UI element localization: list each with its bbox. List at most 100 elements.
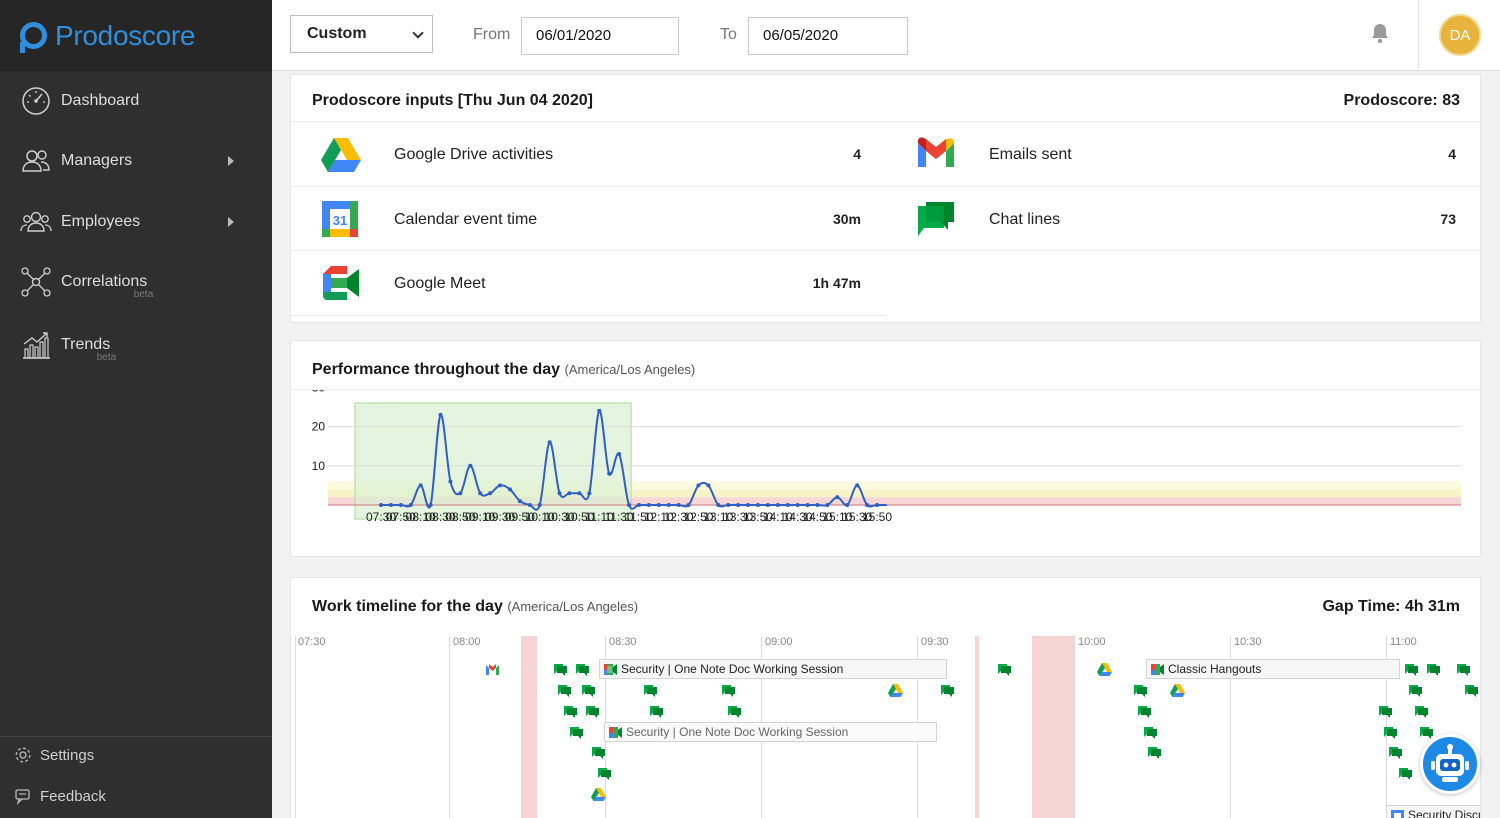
to-date-input[interactable]: 06/05/2020 xyxy=(748,17,908,55)
data-point[interactable] xyxy=(676,503,681,507)
sidebar-item-trends[interactable]: Trends beta xyxy=(0,316,272,374)
sidebar-item-dashboard[interactable]: Dashboard xyxy=(0,72,272,130)
timeline-session[interactable]: Security | One Note Doc Working Session xyxy=(599,659,947,679)
google-chat-icon[interactable] xyxy=(563,704,578,719)
google-drive-icon[interactable] xyxy=(1097,662,1112,677)
data-point[interactable] xyxy=(726,503,731,507)
data-point[interactable] xyxy=(577,491,582,496)
data-point[interactable] xyxy=(646,503,651,507)
google-chat-icon[interactable] xyxy=(649,704,664,719)
gmail-icon[interactable] xyxy=(485,662,500,677)
data-point[interactable] xyxy=(815,503,820,507)
sidebar-settings[interactable]: Settings xyxy=(14,746,94,764)
data-point[interactable] xyxy=(875,503,879,507)
data-point[interactable] xyxy=(617,452,622,457)
data-point[interactable] xyxy=(597,408,602,413)
google-chat-icon[interactable] xyxy=(1456,662,1471,677)
google-chat-icon[interactable] xyxy=(727,704,742,719)
bell-icon[interactable] xyxy=(1370,22,1390,44)
google-chat-icon[interactable] xyxy=(553,662,568,677)
google-chat-icon[interactable] xyxy=(1414,704,1429,719)
data-point[interactable] xyxy=(557,491,562,496)
data-point[interactable] xyxy=(488,491,493,496)
data-point[interactable] xyxy=(865,503,870,507)
data-point[interactable] xyxy=(736,503,741,507)
data-point[interactable] xyxy=(775,503,780,507)
avatar[interactable]: DA xyxy=(1439,14,1481,56)
data-point[interactable] xyxy=(478,491,483,496)
sidebar-item-employees[interactable]: Employees xyxy=(0,193,272,251)
google-chat-icon[interactable] xyxy=(1398,766,1413,781)
data-point[interactable] xyxy=(825,503,830,507)
data-point[interactable] xyxy=(686,503,691,507)
data-point[interactable] xyxy=(696,483,701,488)
google-chat-icon[interactable] xyxy=(581,683,596,698)
data-point[interactable] xyxy=(527,503,532,507)
google-chat-icon[interactable] xyxy=(997,662,1012,677)
google-chat-icon[interactable] xyxy=(643,683,658,698)
google-chat-icon[interactable] xyxy=(1388,745,1403,760)
sidebar-item-correlations[interactable]: Correlations beta xyxy=(0,253,272,311)
date-range-select[interactable]: Custom xyxy=(290,15,433,53)
data-point[interactable] xyxy=(418,483,423,488)
data-point[interactable] xyxy=(379,503,383,507)
data-point[interactable] xyxy=(636,503,641,507)
data-point[interactable] xyxy=(805,503,810,507)
google-chat-icon[interactable] xyxy=(557,683,572,698)
data-point[interactable] xyxy=(388,503,393,507)
chatbot-button[interactable] xyxy=(1420,734,1480,794)
data-point[interactable] xyxy=(845,503,850,507)
sidebar-feedback[interactable]: Feedback xyxy=(14,787,106,805)
data-point[interactable] xyxy=(746,503,751,507)
google-drive-icon[interactable] xyxy=(1170,683,1185,698)
google-chat-icon[interactable] xyxy=(575,662,590,677)
data-point[interactable] xyxy=(716,503,721,507)
google-chat-icon[interactable] xyxy=(1426,662,1441,677)
timeline-session[interactable]: Security | One Note Doc Working Session xyxy=(604,722,937,742)
data-point[interactable] xyxy=(706,483,711,488)
google-chat-icon[interactable] xyxy=(940,683,955,698)
google-chat-icon[interactable] xyxy=(1464,683,1479,698)
google-chat-icon[interactable] xyxy=(597,766,612,781)
data-point[interactable] xyxy=(398,503,403,507)
google-chat-icon[interactable] xyxy=(569,725,584,740)
data-point[interactable] xyxy=(656,503,661,507)
google-chat-icon[interactable] xyxy=(1408,683,1423,698)
data-point[interactable] xyxy=(567,491,572,496)
google-chat-icon[interactable] xyxy=(1404,662,1419,677)
data-point[interactable] xyxy=(438,412,443,417)
google-chat-icon[interactable] xyxy=(1143,725,1158,740)
logo[interactable]: Prodoscore xyxy=(0,0,272,71)
google-drive-icon[interactable] xyxy=(591,787,606,802)
data-point[interactable] xyxy=(755,503,760,507)
from-date-input[interactable]: 06/01/2020 xyxy=(521,17,679,55)
data-point[interactable] xyxy=(765,503,770,507)
data-point[interactable] xyxy=(498,483,503,488)
google-chat-icon[interactable] xyxy=(1133,683,1148,698)
data-point[interactable] xyxy=(468,463,473,468)
data-point[interactable] xyxy=(458,491,463,496)
google-chat-icon[interactable] xyxy=(585,704,600,719)
data-point[interactable] xyxy=(428,503,433,507)
data-point[interactable] xyxy=(507,487,512,492)
data-point[interactable] xyxy=(785,503,790,507)
google-chat-icon[interactable] xyxy=(1137,704,1152,719)
google-chat-icon[interactable] xyxy=(1383,725,1398,740)
data-point[interactable] xyxy=(547,440,552,445)
data-point[interactable] xyxy=(607,471,612,476)
data-point[interactable] xyxy=(517,499,522,504)
timeline-session[interactable]: Classic Hangouts xyxy=(1146,659,1400,679)
data-point[interactable] xyxy=(666,503,671,507)
google-chat-icon[interactable] xyxy=(1147,745,1162,760)
data-point[interactable] xyxy=(408,503,413,507)
data-point[interactable] xyxy=(795,503,800,507)
sidebar-item-managers[interactable]: Managers xyxy=(0,132,272,190)
google-chat-icon[interactable] xyxy=(591,745,606,760)
google-chat-icon[interactable] xyxy=(721,683,736,698)
data-point[interactable] xyxy=(537,503,542,507)
data-point[interactable] xyxy=(448,479,453,484)
data-point[interactable] xyxy=(587,491,592,496)
data-point[interactable] xyxy=(627,503,631,507)
google-chat-icon[interactable] xyxy=(1378,704,1393,719)
timeline-session[interactable]: Security Discu xyxy=(1386,805,1480,818)
